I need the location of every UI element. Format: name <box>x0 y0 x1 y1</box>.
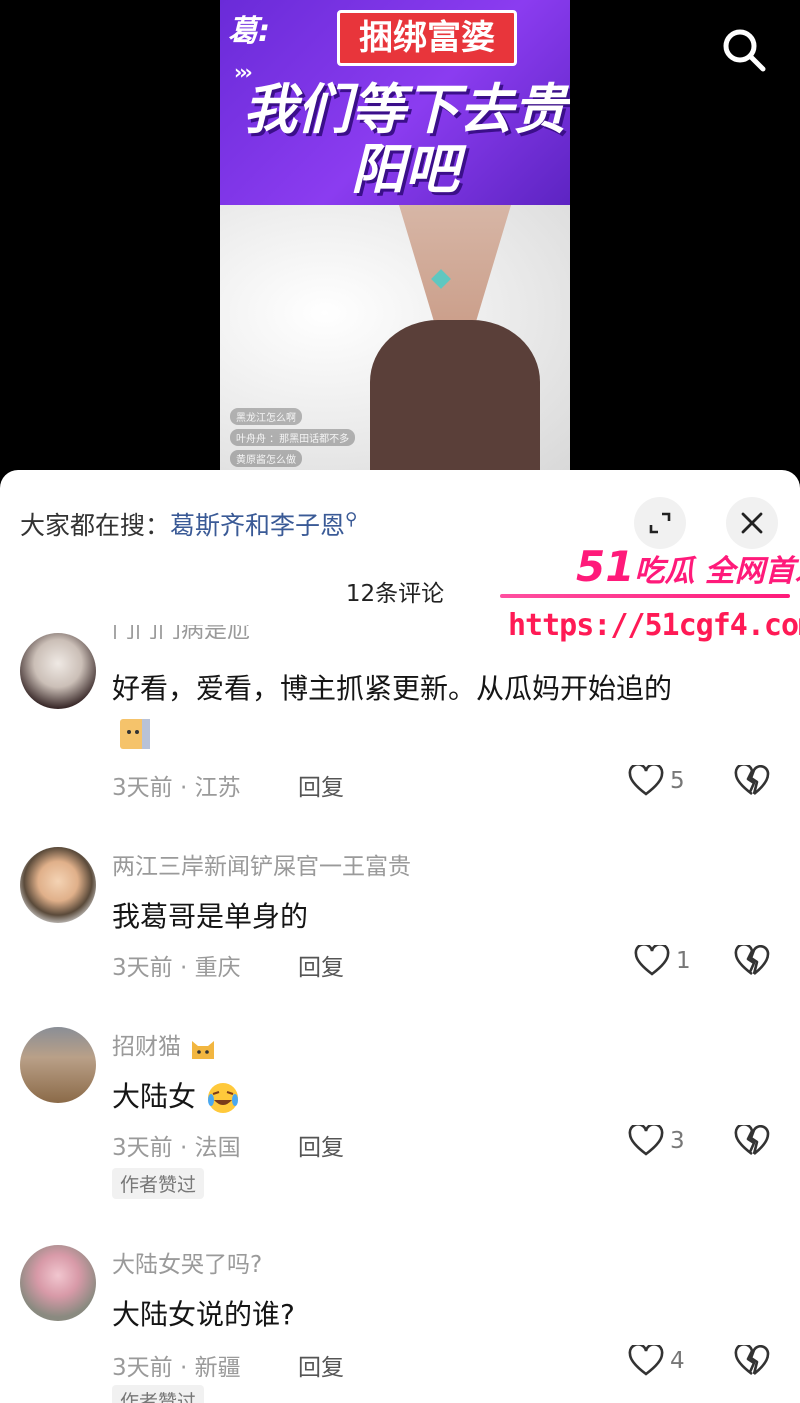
author-liked-badge: 作者赞过 <box>112 1385 205 1403</box>
avatar[interactable] <box>20 1245 96 1321</box>
comment-username[interactable]: 大陆女哭了吗? <box>112 1245 262 1279</box>
video-headline: 我们等下去贵阳吧 <box>243 78 567 201</box>
comment-time-location: 3天前 · 法国 <box>112 1135 241 1161</box>
reply-button[interactable]: 回复 <box>298 1348 344 1382</box>
comment-text: 我葛哥是单身的 <box>112 900 309 933</box>
dislike-button[interactable] <box>734 763 770 801</box>
live-chat-overlay: 黑龙江怎么啊 叶舟舟 ：那黑田话都不多 黄原酱怎么做 <box>230 408 470 471</box>
broken-heart-icon <box>734 1343 770 1376</box>
like-count: 3 <box>670 1128 685 1154</box>
dislike-button[interactable] <box>734 943 770 981</box>
video-red-caption: 捆绑富婆 <box>337 10 517 66</box>
comment-time-location: 3天前 · 江苏 <box>112 775 241 801</box>
trending-search-label: 大家都在搜： <box>20 511 171 540</box>
expand-icon <box>649 512 671 534</box>
video-speaker-tag: 葛: <box>228 14 270 49</box>
search-icon <box>723 29 766 72</box>
dislike-button[interactable] <box>734 1123 770 1161</box>
search-small-icon: ⚲ <box>345 509 358 530</box>
comment-username[interactable]: 招财猫 <box>112 1027 218 1063</box>
comment-username[interactable]: 门门门病是尬 <box>112 625 250 639</box>
heart-icon <box>628 1345 664 1376</box>
heart-icon <box>628 765 664 796</box>
search-button[interactable] <box>716 22 772 78</box>
broken-heart-icon <box>734 1123 770 1156</box>
app-root: 葛: 捆绑富婆 ››› 我们等下去贵阳吧 黑龙江怎么啊 叶舟舟 ：那黑田话都不多… <box>0 0 800 1403</box>
comment-time-location: 3天前 · 重庆 <box>112 955 241 981</box>
like-button[interactable]: 1 <box>634 945 691 977</box>
like-button[interactable]: 4 <box>628 1345 685 1377</box>
reply-button[interactable]: 回复 <box>298 948 344 982</box>
comment-username[interactable]: 两江三岸新闻铲屎官一王富贵 <box>112 847 411 881</box>
site-watermark: 51吃瓜 全网首发 https://51cgf4.com <box>498 542 800 652</box>
like-button[interactable]: 3 <box>628 1125 685 1157</box>
dislike-button[interactable] <box>734 1343 770 1381</box>
comment-time-location: 3天前 · 新疆 <box>112 1355 241 1381</box>
watermark-url: https://51cgf4.com <box>508 608 800 643</box>
trending-search[interactable]: 大家都在搜：葛斯齐和李子恩⚲ <box>20 506 357 542</box>
like-button[interactable]: 5 <box>628 765 685 797</box>
trending-search-keyword[interactable]: 葛斯齐和李子恩 <box>170 511 345 540</box>
heart-icon <box>634 945 670 976</box>
live-chat-line: 黄原酱怎么做 <box>230 450 302 467</box>
like-count: 1 <box>676 948 691 974</box>
close-icon <box>741 512 763 534</box>
broken-heart-icon <box>734 763 770 796</box>
cat-emoji-icon <box>118 715 152 755</box>
cat-face-icon <box>192 1040 215 1059</box>
comment-text: 好看，爱看，博主抓紧更新。从瓜妈开始追的 <box>112 672 673 705</box>
avatar[interactable] <box>20 1027 96 1103</box>
broken-heart-icon <box>734 943 770 976</box>
video-player[interactable]: 葛: 捆绑富婆 ››› 我们等下去贵阳吧 黑龙江怎么啊 叶舟舟 ：那黑田话都不多… <box>0 0 800 475</box>
like-count: 4 <box>670 1348 685 1374</box>
comment-text: 大陆女 <box>112 1075 241 1116</box>
reply-button[interactable]: 回复 <box>298 1128 344 1162</box>
watermark-line <box>500 594 790 598</box>
avatar[interactable] <box>20 633 96 709</box>
author-liked-badge: 作者赞过 <box>112 1168 205 1199</box>
laughing-crying-emoji-icon <box>207 1083 238 1113</box>
comment-text: 大陆女说的谁? <box>112 1298 295 1331</box>
avatar[interactable] <box>20 847 96 923</box>
reply-button[interactable]: 回复 <box>298 768 344 802</box>
heart-icon <box>628 1125 664 1156</box>
live-chat-line: 叶舟舟 ：那黑田话都不多 <box>230 429 356 446</box>
like-count: 5 <box>670 768 685 794</box>
live-chat-line: 黑龙江怎么啊 <box>230 408 302 425</box>
comment-sheet: 大家都在搜：葛斯齐和李子恩⚲ 12条评论 51吃瓜 全网首发 https://5… <box>0 470 800 1403</box>
video-frame: 葛: 捆绑富婆 ››› 我们等下去贵阳吧 黑龙江怎么啊 叶舟舟 ：那黑田话都不多… <box>220 0 570 475</box>
watermark-brand: 51吃瓜 全网首发 <box>576 542 800 591</box>
